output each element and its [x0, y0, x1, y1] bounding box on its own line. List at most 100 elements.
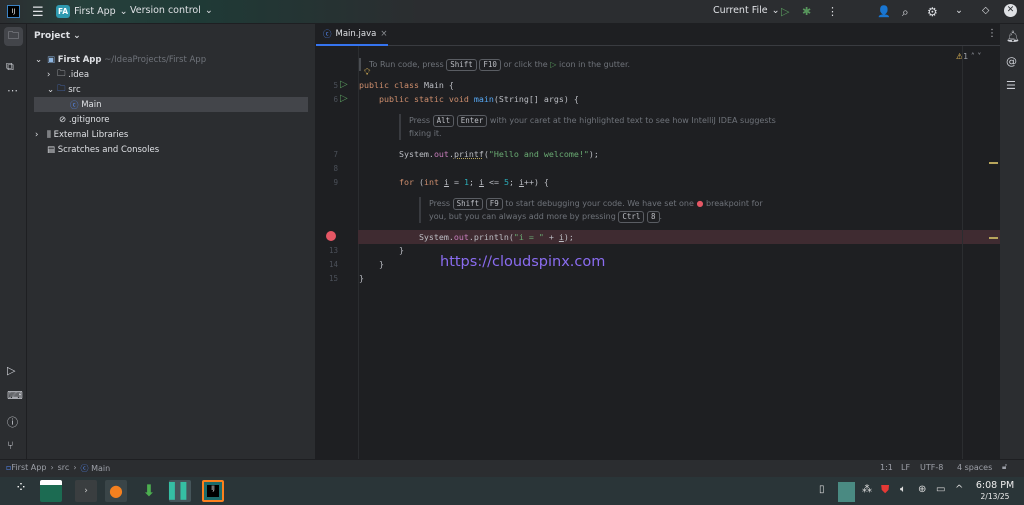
breadcrumb-item[interactable]: ▫First App: [6, 463, 46, 474]
problems-icon[interactable]: ⓘ: [7, 414, 18, 430]
breakpoint-icon[interactable]: [326, 231, 336, 241]
project-panel-title[interactable]: Project ⌄: [34, 31, 81, 41]
tree-item-gitignore[interactable]: ⊘ .gitignore: [27, 112, 316, 127]
terminal-icon[interactable]: ›: [75, 480, 97, 502]
chevron-down-icon: ⌄: [205, 5, 213, 16]
ai-assistant-icon[interactable]: @: [1006, 55, 1017, 68]
scratches-icon: ▤: [47, 145, 55, 155]
project-badge: FA: [56, 5, 70, 18]
git-icon[interactable]: ⑂: [7, 439, 14, 452]
code-line: }: [359, 245, 404, 255]
breadcrumb-item[interactable]: src: [58, 463, 70, 474]
run-gutter-icon[interactable]: ▷: [340, 93, 348, 104]
breakpoint-icon: ●: [696, 199, 703, 208]
line-number: 14: [316, 260, 338, 269]
tray-clipboard-icon[interactable]: ▯: [819, 484, 825, 495]
vcs-label: Version control: [130, 5, 201, 16]
editor[interactable]: ⓒMain.java× ⋮ ⚠1 ˄ ˅ To Run code, press …: [316, 24, 1000, 459]
file-encoding[interactable]: UTF-8: [920, 463, 943, 472]
tree-item-external-libraries[interactable]: ›⫼ External Libraries: [27, 127, 316, 142]
add-user-icon[interactable]: 👤: [877, 5, 891, 18]
tree-item-first-app[interactable]: ⌄▣ First App ~/IdeaProjects/First App: [27, 52, 316, 67]
tree-item-src[interactable]: ⌄🗀 src: [27, 82, 316, 97]
code-line: for (int i = 1; i <= 5; i++) {: [359, 177, 549, 187]
line-number: 5: [316, 81, 338, 90]
chevron-down-icon: ⌄: [772, 5, 780, 16]
code-line: }: [359, 259, 384, 269]
tree-item-main[interactable]: ⓒ Main: [34, 97, 308, 112]
chevron-down-icon: ⌄: [120, 6, 128, 17]
restore-icon[interactable]: ◇: [982, 5, 989, 16]
project-selector[interactable]: FA First App ⌄: [56, 5, 128, 18]
project-panel: Project ⌄ ⌄▣ First App ~/IdeaProjects/Fi…: [27, 24, 316, 459]
folder-icon[interactable]: 🗀: [4, 27, 23, 46]
line-separator[interactable]: LF: [901, 463, 910, 472]
gear-icon[interactable]: ⚙: [927, 5, 938, 19]
version-control-menu[interactable]: Version control ⌄: [130, 5, 213, 16]
editor-tab-bar: ⓒMain.java× ⋮: [316, 24, 1000, 46]
breadcrumb: ▫First App› src› ⓒ Main: [6, 463, 110, 474]
code-line: public class Main {: [359, 80, 454, 90]
caret-position[interactable]: 1:1: [880, 463, 893, 472]
tab-main-java[interactable]: ⓒMain.java×: [316, 24, 388, 46]
debug-icon[interactable]: ✱: [802, 5, 811, 18]
search-icon[interactable]: ⌕: [902, 5, 909, 20]
tree-item-scratches[interactable]: ▤ Scratches and Consoles: [27, 142, 316, 157]
terminal-icon[interactable]: ⌨: [7, 389, 23, 402]
main-menu-icon[interactable]: ☰: [32, 5, 44, 20]
intellij-taskbar-icon[interactable]: IJ: [202, 480, 224, 502]
run-gutter-icon[interactable]: ▷: [340, 79, 348, 90]
inspection-widget[interactable]: ⚠1 ˄ ˅: [956, 52, 981, 61]
tree-item-idea[interactable]: ›🗀 .idea: [27, 67, 316, 82]
app-launcher-icon[interactable]: ⁘: [10, 480, 32, 502]
line-number: 6: [316, 95, 338, 104]
run-config-selector[interactable]: Current File ⌄: [713, 5, 780, 16]
network-icon[interactable]: ⊕: [918, 484, 926, 495]
tab-options-icon[interactable]: ⋮: [987, 28, 997, 39]
tool-window-strip: 🗀 ⧉ ⋯ ▷ ⌨ ⓘ ⑂: [0, 24, 27, 459]
dropbox-icon[interactable]: ⁂: [862, 484, 872, 495]
more-icon[interactable]: ⋮: [827, 5, 838, 18]
more-tools-icon[interactable]: ⋯: [7, 84, 18, 97]
right-tool-strip: 🔔︎ @ ☰: [1000, 24, 1024, 459]
run-icon[interactable]: ▷: [781, 5, 789, 18]
close-tab-icon[interactable]: ×: [380, 29, 387, 39]
status-bar: ▫First App› src› ⓒ Main 1:1 LF UTF-8 4 s…: [0, 459, 1024, 477]
clock[interactable]: 6:08 PM2/13/25: [970, 480, 1020, 502]
code-line: System.out.println("i = " + i);: [359, 232, 574, 242]
structure-icon[interactable]: ⧉: [6, 60, 14, 74]
run-config-label: Current File: [713, 5, 768, 16]
close-icon[interactable]: ✕: [1004, 4, 1017, 17]
line-number: 7: [316, 150, 338, 159]
volume-icon[interactable]: 🔈︎: [900, 484, 906, 495]
services-icon[interactable]: ▷: [7, 364, 15, 377]
manjaro-icon[interactable]: ▌▌: [169, 480, 191, 502]
run-icon: ▷: [550, 60, 556, 69]
database-icon[interactable]: ☰: [1006, 79, 1016, 92]
intellij-logo-icon: IJ: [7, 5, 20, 18]
display-icon[interactable]: ▭: [936, 484, 945, 495]
hint-debug: Press Shift F9 to start debugging your c…: [419, 197, 763, 223]
minimize-icon[interactable]: ⌄: [955, 5, 963, 16]
code-line: }: [359, 273, 364, 283]
shield-icon[interactable]: ⛊: [881, 483, 889, 497]
tray-desktop-icon[interactable]: [838, 482, 855, 502]
firefox-icon[interactable]: ●: [105, 480, 127, 502]
line-number: 15: [316, 274, 338, 283]
notifications-icon[interactable]: 🔔︎: [1006, 30, 1020, 43]
lock-icon[interactable]: 🔓︎: [1002, 462, 1007, 472]
download-manager-icon[interactable]: ⬇: [138, 480, 160, 502]
warning-stripe[interactable]: [989, 237, 998, 239]
breadcrumb-item[interactable]: ⓒ Main: [81, 463, 111, 474]
tray-expand-icon[interactable]: ^: [955, 484, 963, 495]
taskbar: ⁘ › ● ⬇ ▌▌ IJ ▯ ⁂ ⛊ 🔈︎ ⊕ ▭ ^ 6:08 PM2/13…: [0, 477, 1024, 505]
library-icon: ⫼: [47, 130, 51, 140]
folder-icon: 🗀: [57, 83, 66, 97]
right-margin-guide: [962, 46, 963, 459]
warning-stripe[interactable]: [989, 162, 998, 164]
project-name: First App: [74, 6, 116, 17]
line-number: 8: [316, 164, 338, 173]
lightbulb-icon[interactable]: 💡︎: [364, 68, 370, 78]
file-manager-icon[interactable]: [40, 480, 62, 502]
indent-setting[interactable]: 4 spaces: [957, 463, 992, 472]
